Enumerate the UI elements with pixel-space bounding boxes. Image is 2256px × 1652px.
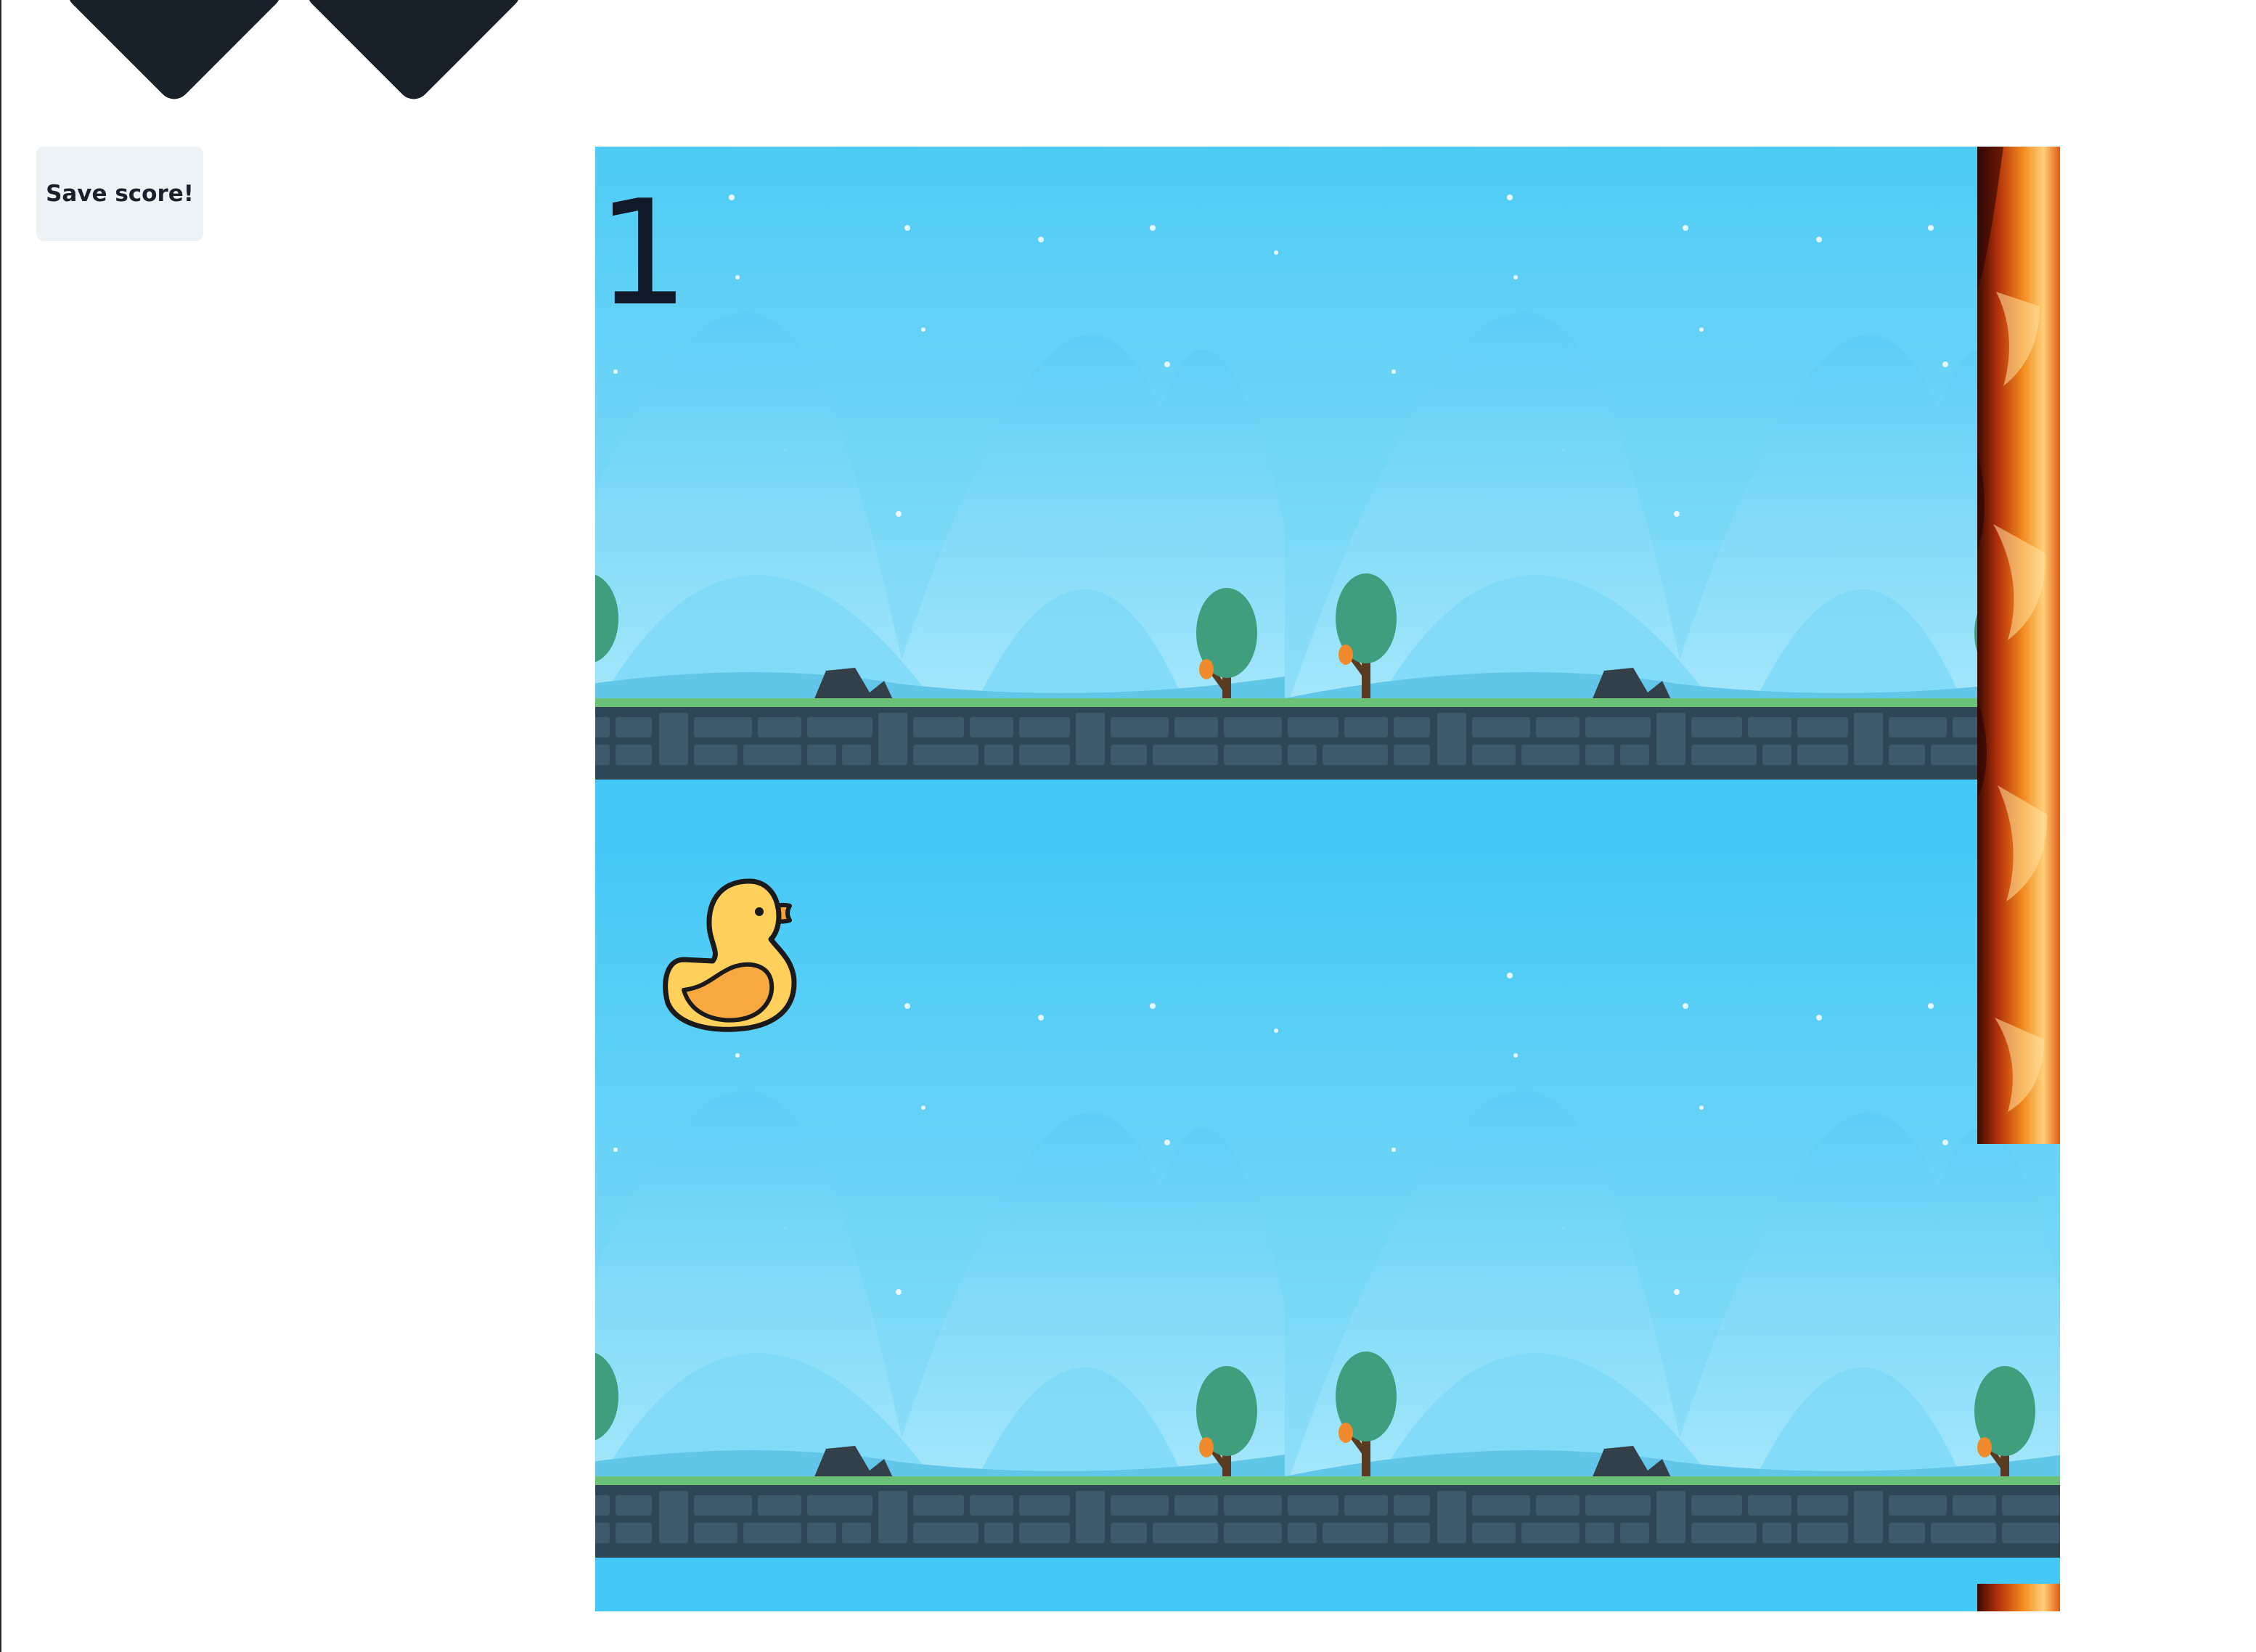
- score-counter: 1: [597, 169, 690, 338]
- fire-obstacle-bottom: [1977, 1584, 2060, 1611]
- game-canvas[interactable]: [595, 147, 2060, 1611]
- page-border: [0, 0, 1, 1652]
- save-score-button[interactable]: Save score!: [36, 147, 203, 241]
- chevron-logo-icon: [68, 0, 520, 99]
- game-scene: [595, 147, 2060, 1611]
- fire-obstacle-top: [1977, 147, 2060, 1144]
